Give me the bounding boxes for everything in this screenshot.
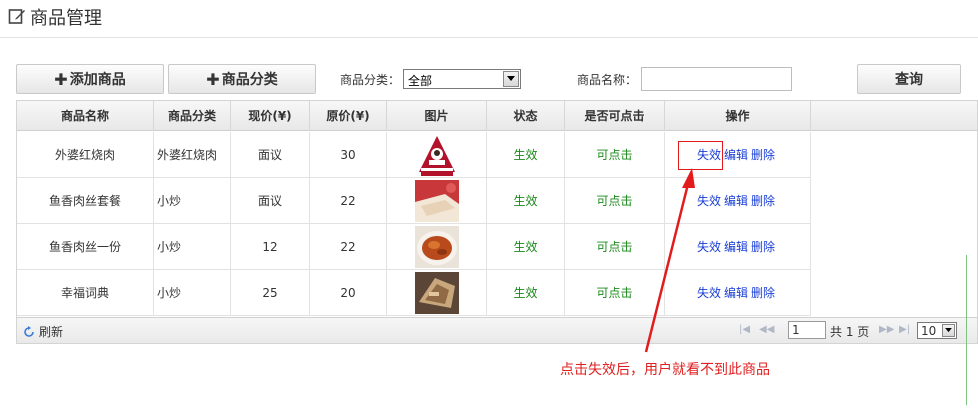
annotation-arrow-icon	[644, 168, 695, 353]
annotation-text: 点击失效后，用户就看不到此商品	[560, 362, 770, 378]
side-divider	[966, 255, 978, 405]
